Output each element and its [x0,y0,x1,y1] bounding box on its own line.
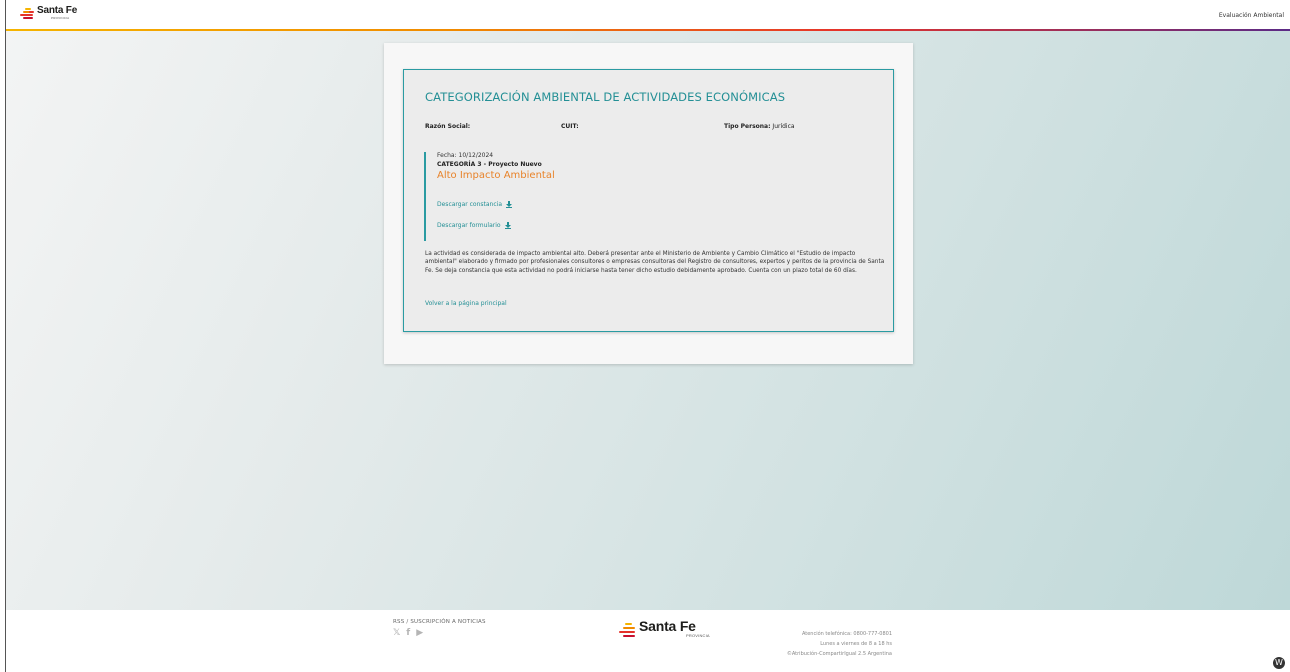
footer-logo[interactable]: Santa Fe PROVINCIA [619,619,710,638]
footer-brand-sub: PROVINCIA [686,633,710,638]
footer-hours: Lunes a viernes de 8 a 18 hs [820,641,892,647]
header-brand-sub: PROVINCIA [51,16,70,20]
cuit-label: CUIT: [561,123,579,130]
social-links: 𝕏 f ▶ [393,628,423,638]
header-logo[interactable]: Santa Fe PROVINCIA [20,6,77,26]
download-formulario-label: Descargar formulario [437,222,501,229]
field-tipo-persona: Tipo Persona: Jurídica [724,123,795,130]
download-constancia-link[interactable]: Descargar constancia [437,201,513,208]
download-icon [504,222,511,229]
header-brand-name: Santa Fe [37,5,78,16]
category-result: Fecha: 10/12/2024 CATEGORÍA 3 - Proyecto… [424,152,624,241]
field-razon-social: Razón Social: [425,123,470,130]
footer-phone: Atención telefónica: 0800-777-0801 [801,631,892,637]
back-to-home-link[interactable]: Volver a la página principal [425,300,507,307]
content-card: CATEGORIZACIÓN AMBIENTAL DE ACTIVIDADES … [384,43,913,364]
page-title: CATEGORIZACIÓN AMBIENTAL DE ACTIVIDADES … [425,90,786,104]
santa-fe-logo-icon [619,621,636,638]
download-formulario-link[interactable]: Descargar formulario [437,222,511,229]
download-constancia-label: Descargar constancia [437,201,503,208]
facebook-icon[interactable]: f [406,628,410,638]
result-description: La actividad es considerada de impacto a… [425,251,885,274]
twitter-icon[interactable]: 𝕏 [393,628,400,638]
footer-contact: Atención telefónica: 0800-777-0801 Lunes… [787,629,892,659]
tipo-persona-value: Jurídica [772,123,795,130]
youtube-icon[interactable]: ▶ [416,628,423,638]
footer-license[interactable]: ©Atribución-CompartirIgual 2.5 Argentina [787,649,892,659]
result-panel: CATEGORIZACIÓN AMBIENTAL DE ACTIVIDADES … [403,69,894,332]
result-date: Fecha: 10/12/2024 [437,152,494,159]
result-category: CATEGORÍA 3 - Proyecto Nuevo [437,161,542,168]
field-cuit: CUIT: [561,123,579,130]
razon-social-label: Razón Social: [425,123,471,130]
download-icon [506,201,513,208]
nav-link-evaluacion-ambiental[interactable]: Evaluación Ambiental [1219,12,1284,19]
rss-subscription-link[interactable]: RSS / SUSCRIPCIÓN A NOTICIAS [393,619,486,625]
site-footer: RSS / SUSCRIPCIÓN A NOTICIAS 𝕏 f ▶ Santa… [6,610,1290,672]
site-header: Santa Fe PROVINCIA Evaluación Ambiental [6,0,1290,31]
result-impact: Alto Impacto Ambiental [437,170,555,181]
santa-fe-logo-icon [20,7,34,21]
footer-brand-name: Santa Fe [639,618,696,634]
tipo-persona-label: Tipo Persona: [724,123,771,130]
company-fields: Razón Social: CUIT: Tipo Persona: Jurídi… [425,123,885,133]
wordpress-icon[interactable]: W [1273,657,1285,669]
